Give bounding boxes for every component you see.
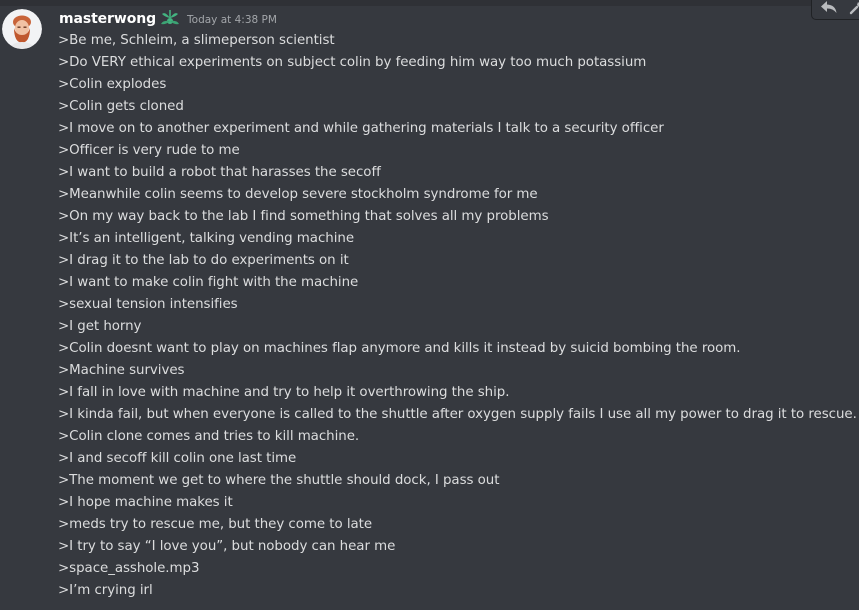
avatar[interactable] [2,9,42,49]
leaf-badge-icon[interactable] [159,8,181,28]
message-line: >I try to say “I love you”, but nobody c… [58,539,396,554]
timestamp: Today at 4:38 PM [187,14,277,26]
message-line: >I want to make colin fight with the mac… [58,275,359,290]
message-line: >I’m crying irl [58,583,153,598]
message-line: >I kinda fail, but when everyone is call… [58,407,857,422]
message-line: >I fall in love with machine and try to … [58,385,510,400]
message-line: >I drag it to the lab to do experiments … [58,253,349,268]
message-line: >Machine survives [58,363,185,378]
message-line: >Colin gets cloned [58,99,184,114]
message-line: >meds try to rescue me, but they come to… [58,517,373,532]
message-line: >The moment we get to where the shuttle … [58,473,500,488]
message-toolbar [811,0,859,20]
message-line: >It’s an intelligent, talking vending ma… [58,231,355,246]
message-line: >I hope machine makes it [58,495,233,510]
avatar-image [2,9,42,49]
message-line: >I want to build a robot that harasses t… [58,165,381,180]
message-line: >Do VERY ethical experiments on subject … [58,55,647,70]
message-line: >On my way back to the lab I find someth… [58,209,549,224]
message-line: >sexual tension intensifies [58,297,238,312]
username[interactable]: masterwong [59,11,156,27]
message-line: >space_asshole.mp3 [58,561,200,576]
message-line: >Colin clone comes and tries to kill mac… [58,429,360,444]
message-line: >Colin explodes [58,77,167,92]
message-content: >Be me, Schleim, a slimeperson scientist… [58,30,858,602]
message-line: >Be me, Schleim, a slimeperson scientist [58,33,335,48]
message-header: masterwong Today at 4:38 PM [59,9,277,29]
message-line: >Officer is very rude to me [58,143,240,158]
message-line: >Meanwhile colin seems to develop severe… [58,187,538,202]
message-line: >Colin doesnt want to play on machines f… [58,341,741,356]
message-line: >I move on to another experiment and whi… [58,121,664,136]
reply-arrow-icon[interactable] [820,0,838,16]
message-line: >I and secoff kill colin one last time [58,451,297,466]
chat-message: masterwong Today at 4:38 PM >Be me, Schl… [0,0,859,610]
message-line: >I get horny [58,319,142,334]
more-actions-icon[interactable] [848,0,859,16]
